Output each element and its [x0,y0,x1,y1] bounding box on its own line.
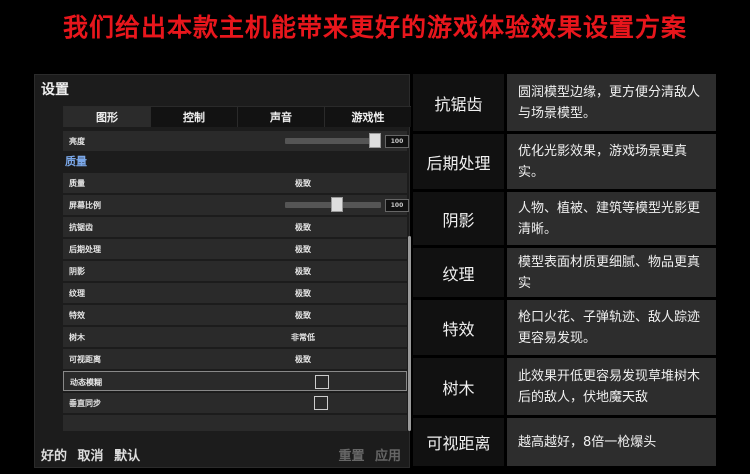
setting-motion-blur[interactable]: 动态模糊 [63,371,407,391]
settings-scrollbar[interactable] [408,236,411,431]
textures-label: 纹理 [69,289,85,298]
feature-desc: 模型表面材质更细腻、物品更真实 [507,248,716,297]
setting-quality[interactable]: 质量 极致 [63,173,407,193]
setting-view-distance[interactable]: 可视距离 极致 [63,349,407,369]
feature-row-antialiasing: 抗锯齿 圆润模型边缘，更方便分清敌人与场景模型。 [413,74,716,131]
settings-title: 设置 [41,82,69,98]
feature-name: 抗锯齿 [413,74,504,131]
feature-desc: 枪口火花、子弹轨迹、敌人踪迹更容易发现。 [507,300,716,355]
default-button[interactable]: 默认 [114,449,140,464]
feature-desc: 此效果开低更容易发现草堆树木后的敌人，伏地魔天敌 [507,358,716,415]
vsync-label: 垂直同步 [69,399,101,408]
antialiasing-label: 抗锯齿 [69,223,93,232]
setting-textures[interactable]: 纹理 极致 [63,283,407,303]
feature-name: 树木 [413,358,504,415]
feature-row-shadows: 阴影 人物、植被、建筑等模型光影更清晰。 [413,192,716,245]
reset-button[interactable]: 重置 [338,449,364,464]
setting-brightness: 亮度 100 [63,131,409,151]
setting-vsync[interactable]: 垂直同步 [63,393,407,413]
setting-effects[interactable]: 特效 极致 [63,305,407,325]
feature-row-foliage: 树木 此效果开低更容易发现草堆树木后的敌人，伏地魔天敌 [413,358,716,415]
shadows-label: 阴影 [69,267,85,276]
feature-name: 纹理 [413,248,504,297]
feature-row-effects: 特效 枪口火花、子弹轨迹、敌人踪迹更容易发现。 [413,300,716,355]
feature-name: 可视距离 [413,418,504,466]
feature-name: 阴影 [413,192,504,245]
feature-row-textures: 纹理 模型表面材质更细腻、物品更真实 [413,248,716,297]
setting-screen-ratio: 屏幕比例 100 [63,195,409,215]
setting-antialiasing[interactable]: 抗锯齿 极致 [63,217,407,237]
list-item-partial-bottom [63,415,407,431]
brightness-value[interactable]: 100 [385,135,409,148]
setting-post-processing[interactable]: 后期处理 极致 [63,239,407,259]
effects-label: 特效 [69,311,85,320]
setting-foliage[interactable]: 树木 非常低 [63,327,407,347]
tab-gameplay[interactable]: 游戏性 [324,106,411,127]
brightness-label: 亮度 [69,137,85,146]
vsync-checkbox[interactable] [314,396,328,410]
screen-ratio-slider-thumb[interactable] [331,197,343,212]
feature-desc: 人物、植被、建筑等模型光影更清晰。 [507,192,716,245]
quality-label: 质量 [69,179,85,188]
post-processing-label: 后期处理 [69,245,101,254]
brightness-slider[interactable] [285,133,381,148]
setting-shadows[interactable]: 阴影 极致 [63,261,407,281]
bottom-right-actions: 重置 应用 [332,445,401,464]
settings-panel: 设置 图形 控制 声音 游戏性 亮度 100 质量 质量 极致 屏幕比例 100 [34,74,412,468]
apply-button[interactable]: 应用 [375,449,401,464]
feature-row-view-distance: 可视距离 越高越好，8倍一枪爆头 [413,418,716,466]
foliage-label: 树木 [69,333,85,342]
bottom-left-actions: 好的 取消 默认 [41,445,146,464]
motion-blur-label: 动态模糊 [70,378,102,387]
feature-desc: 优化光影效果，游戏场景更真实。 [507,134,716,189]
settings-tabs: 图形 控制 声音 游戏性 [63,106,411,127]
feature-name: 特效 [413,300,504,355]
cancel-button[interactable]: 取消 [78,449,104,464]
feature-name: 后期处理 [413,134,504,189]
tab-sound[interactable]: 声音 [237,106,324,127]
ok-button[interactable]: 好的 [41,449,67,464]
screen-ratio-slider[interactable] [285,197,381,212]
feature-desc: 越高越好，8倍一枪爆头 [507,418,716,466]
feature-desc: 圆润模型边缘，更方便分清敌人与场景模型。 [507,74,716,131]
settings-list: 亮度 100 质量 质量 极致 屏幕比例 100 抗锯齿 极致 后期处理 极致 [63,131,412,431]
brightness-slider-thumb[interactable] [369,133,381,148]
tab-controls[interactable]: 控制 [150,106,237,127]
headline: 我们给出本款主机能带来更好的游戏体验效果设置方案 [62,13,687,42]
tab-graphics[interactable]: 图形 [63,106,150,127]
screen-ratio-label: 屏幕比例 [69,201,101,210]
section-quality-heading: 质量 [65,155,87,168]
motion-blur-checkbox[interactable] [315,375,329,389]
view-distance-label: 可视距离 [69,355,101,364]
feature-row-post-processing: 后期处理 优化光影效果，游戏场景更真实。 [413,134,716,189]
screen-ratio-value[interactable]: 100 [385,199,409,212]
